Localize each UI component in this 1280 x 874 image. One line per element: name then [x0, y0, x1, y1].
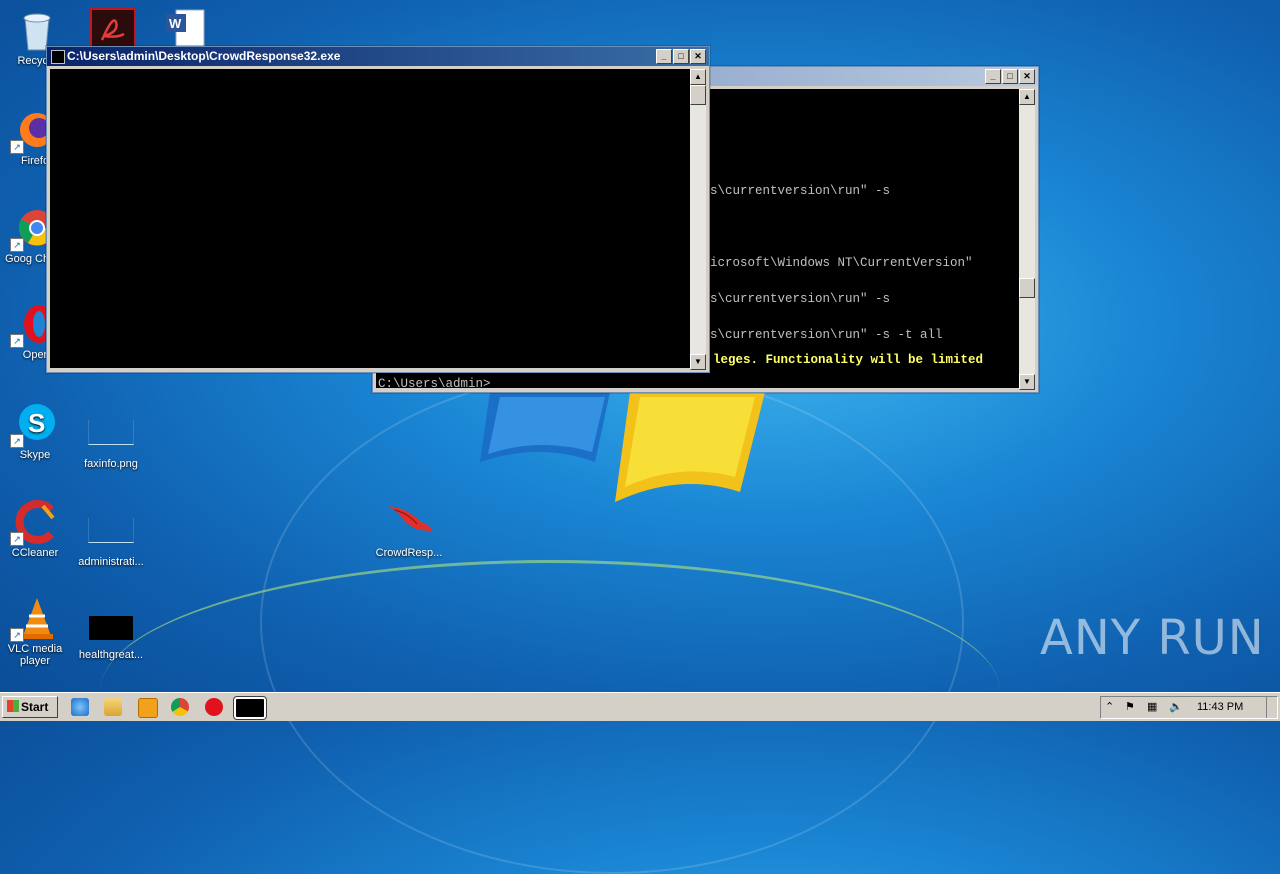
system-tray: ⌃ ⚑ ▦ 🔈 11:43 PM: [1100, 696, 1278, 719]
skype-icon: S ↗: [10, 402, 57, 448]
desktop-icon-faxinfo[interactable]: faxinfo.png: [76, 410, 146, 470]
window-titlebar[interactable]: C:\Users\admin\Desktop\CrowdResponse32.e…: [47, 47, 709, 66]
desktop-icon-label: Skype: [19, 449, 51, 461]
scrollbar-thumb[interactable]: [1019, 278, 1035, 298]
windows-logo-wallpaper: [480, 392, 765, 502]
scroll-up-button[interactable]: ▲: [690, 69, 706, 85]
scrollbar-thumb[interactable]: [690, 85, 706, 105]
clock[interactable]: 11:43 PM: [1197, 697, 1243, 718]
start-button[interactable]: Start: [2, 696, 58, 718]
console-line: s\currentversion\run" -s: [710, 184, 891, 198]
network-icon[interactable]: ▦: [1147, 697, 1157, 718]
scroll-down-button[interactable]: ▼: [1019, 374, 1035, 390]
internet-explorer-icon[interactable]: [71, 698, 89, 716]
minimize-button[interactable]: _: [985, 69, 1001, 84]
show-desktop-button[interactable]: [1266, 697, 1277, 718]
file-thumbnail: [89, 616, 133, 640]
desktop-icon-label: CCleaner: [11, 547, 59, 559]
shortcut-arrow-icon: ↗: [10, 140, 24, 154]
console-app-icon: [51, 50, 65, 64]
desktop-icon-label: Firefo: [20, 155, 50, 167]
desktop-icon-administrati[interactable]: administrati...: [76, 508, 146, 568]
console-command-lines: s\currentversion\run" -s icrosoft\Window…: [710, 161, 973, 365]
cmd-taskbar-button[interactable]: [233, 696, 267, 720]
desktop-icon-label: VLC media player: [7, 643, 63, 667]
desktop-icon-vlc[interactable]: ↗ VLC media player: [0, 596, 70, 667]
svg-text:W: W: [169, 16, 182, 31]
shortcut-arrow-icon: ↗: [10, 434, 24, 448]
chrome-taskbar-icon[interactable]: [171, 698, 189, 716]
minimize-button[interactable]: _: [656, 49, 672, 64]
close-button[interactable]: ✕: [1019, 69, 1035, 84]
desktop-icon-skype[interactable]: S ↗ Skype: [0, 402, 70, 461]
shortcut-arrow-icon: ↗: [10, 238, 24, 252]
maximize-button[interactable]: □: [673, 49, 689, 64]
svg-text:S: S: [28, 408, 45, 438]
windows-flag-icon: [7, 700, 19, 712]
opera-taskbar-icon[interactable]: [205, 698, 223, 716]
desktop-icon-label: Oper: [22, 349, 48, 361]
crowdstrike-falcon-icon: [387, 500, 433, 544]
ccleaner-icon: ↗: [10, 500, 57, 546]
console-prompt: C:\Users\admin>: [378, 377, 491, 388]
desktop-icon-healthgreat[interactable]: healthgreat...: [76, 604, 146, 661]
start-label: Start: [21, 700, 49, 714]
close-button[interactable]: ✕: [690, 49, 706, 64]
scroll-up-button[interactable]: ▲: [1019, 89, 1035, 105]
vertical-scrollbar[interactable]: ▲ ▼: [1019, 89, 1035, 390]
console-warning: leges. Functionality will be limited: [713, 353, 984, 367]
scroll-down-button[interactable]: ▼: [690, 354, 706, 370]
window-title: C:\Users\admin\Desktop\CrowdResponse32.e…: [67, 49, 341, 63]
taskbar: Start ⌃ ⚑ ▦ 🔈 11:43 PM: [0, 692, 1280, 721]
word-doc-icon[interactable]: W: [166, 8, 206, 47]
vlc-icon: ↗: [10, 596, 57, 642]
desktop-icon-label: faxinfo.png: [84, 458, 138, 470]
desktop-icon-ccleaner[interactable]: ↗ CCleaner: [0, 500, 70, 559]
shortcut-arrow-icon: ↗: [10, 628, 24, 642]
volume-icon[interactable]: 🔈: [1169, 697, 1183, 718]
console-line: s\currentversion\run" -s: [710, 292, 891, 306]
console-line: icrosoft\Windows NT\CurrentVersion": [710, 256, 973, 270]
anyrun-watermark: ANY RUN: [1040, 610, 1265, 666]
show-hidden-icons-button[interactable]: ⌃: [1105, 697, 1114, 718]
window-controls: _ □ ✕: [985, 69, 1035, 84]
console-output[interactable]: [50, 69, 690, 368]
desktop-icon-label: healthgreat...: [78, 649, 144, 661]
desktop-icon-label: CrowdResp...: [375, 547, 443, 559]
desktop-icon-label: administrati...: [78, 556, 144, 568]
file-thumbnail: [88, 518, 134, 543]
action-center-flag-icon[interactable]: ⚑: [1125, 697, 1135, 718]
cmd-window-crowdresponse[interactable]: C:\Users\admin\Desktop\CrowdResponse32.e…: [46, 46, 710, 373]
shortcut-arrow-icon: ↗: [10, 532, 24, 546]
vertical-scrollbar[interactable]: ▲ ▼: [690, 69, 706, 370]
console-line: s\currentversion\run" -s -t all: [710, 328, 943, 342]
window-controls: _ □ ✕: [656, 49, 706, 64]
file-thumbnail: [88, 420, 134, 445]
shortcut-arrow-icon: ↗: [10, 334, 24, 348]
acrobat-icon[interactable]: [90, 8, 136, 50]
desktop-icon-crowdresponse[interactable]: CrowdResp...: [374, 500, 444, 559]
media-player-icon[interactable]: [138, 698, 158, 718]
maximize-button[interactable]: □: [1002, 69, 1018, 84]
file-explorer-icon[interactable]: [104, 698, 122, 716]
